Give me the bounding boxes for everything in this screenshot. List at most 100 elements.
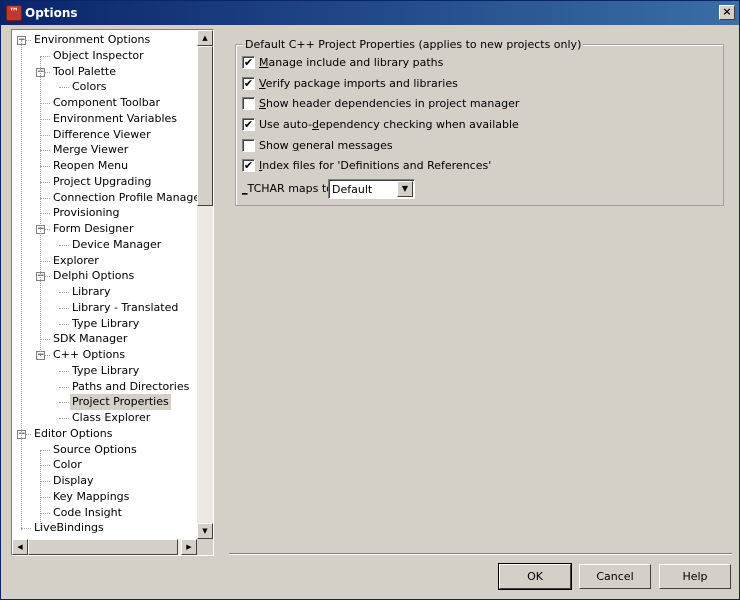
cancel-button[interactable]: Cancel [579,564,651,589]
tree-item[interactable]: Project Properties [70,394,171,411]
tree-connector [40,449,50,451]
options-dialog: ™ Options × − Environment Options Object I… [0,0,740,600]
tree-guide [21,40,22,530]
tree-view[interactable]: − Environment Options Object Inspector − Too… [12,30,197,539]
tree-item[interactable]: Reopen Menu [53,158,128,174]
help-button[interactable]: Help [659,564,731,589]
tree-item[interactable]: Display [53,473,94,489]
button-separator [229,553,732,555]
tree-item[interactable]: Device Manager [72,237,161,253]
tree-item[interactable]: Library - Translated [72,300,178,316]
close-button[interactable]: × [719,5,735,20]
horizontal-scroll-thumb[interactable] [28,539,178,555]
option-label: Manage include and library paths [259,56,444,69]
tree-connector [59,307,69,309]
tree-item[interactable]: Type Library [72,316,139,332]
tree-item[interactable]: Source Options [53,442,137,458]
tree-item[interactable]: Merge Viewer [53,142,128,158]
scroll-down-icon[interactable]: ▼ [197,523,213,539]
scroll-corner [197,539,213,555]
tree-connector [40,512,50,514]
tree-connector [59,292,69,293]
scroll-left-icon[interactable]: ◀ [12,539,28,555]
checkbox-unchecked-icon[interactable] [242,139,255,152]
tree-item[interactable]: Environment Variables [53,111,177,127]
tree-connector [40,118,50,120]
option-checkbox-row[interactable]: ✔ Manage include and library paths [242,56,642,70]
tree-item[interactable]: Project Upgrading [53,174,151,190]
tree-item[interactable]: Paths and Directories [72,379,189,395]
tree-connector [59,418,69,419]
tree-item[interactable]: Component Toolbar [53,95,160,111]
tree-item[interactable]: Difference Viewer [53,127,151,143]
tree-connector [40,481,50,482]
tree-item[interactable]: Editor Options [34,426,113,442]
tree-connector [59,323,69,325]
option-label: Show general messages [259,139,393,152]
options-tree[interactable]: − Environment Options Object Inspector − Too… [11,29,214,556]
tree-item[interactable]: Class Explorer [72,410,150,426]
option-label: Show header dependencies in project mana… [259,97,520,110]
tree-connector [40,339,50,341]
tree-item[interactable]: Environment Options [34,32,150,48]
tree-item[interactable]: Object Inspector [53,48,144,64]
tree-connector [40,150,50,152]
option-checkbox-row[interactable]: ✔ Use auto-dependency checking when avail… [242,118,642,132]
tree-connector [40,465,50,467]
option-checkbox-row[interactable]: ✔ Verify package imports and libraries [242,77,642,91]
tree-item[interactable]: Library [72,284,110,300]
tree-guide [40,450,41,530]
option-label: Verify package imports and libraries [259,77,458,90]
tree-item[interactable]: SDK Manager [53,331,127,347]
tree-connector [59,87,69,89]
tree-item[interactable]: Key Mappings [53,489,129,505]
tree-connector [40,55,50,57]
checkbox-checked-icon[interactable]: ✔ [242,56,255,69]
tree-connector [40,213,50,215]
tree-connector [59,402,69,404]
tree-item[interactable]: Connection Profile Manager [53,190,197,206]
checkbox-checked-icon[interactable]: ✔ [242,159,255,172]
tree-item[interactable]: Provisioning [53,205,120,221]
tree-item[interactable]: Form Designer [53,221,133,237]
tree-connector [59,386,69,388]
tree-item[interactable]: Code Insight [53,505,122,521]
tree-connector [40,103,50,104]
vertical-scrollbar[interactable]: ▲ ▼ [197,30,213,539]
option-label: Use auto-dependency checking when availa… [259,118,519,131]
tree-item[interactable]: Colors [72,79,106,95]
window-title: Options [25,6,78,20]
vertical-scroll-thumb[interactable] [197,46,213,206]
tree-connector [40,197,50,199]
scroll-up-icon[interactable]: ▲ [197,30,213,46]
tchar-select[interactable]: Default ▼ [328,179,415,199]
checkbox-checked-icon[interactable]: ✔ [242,118,255,131]
tree-item[interactable]: Explorer [53,253,99,269]
chevron-down-icon[interactable]: ▼ [397,181,413,197]
tree-item[interactable]: C++ Options [53,347,125,363]
checkbox-unchecked-icon[interactable] [242,97,255,110]
tree-item[interactable]: LiveBindings [34,520,104,536]
tchar-label: _TCHAR maps to [242,182,333,195]
option-checkbox-row[interactable]: Show general messages [242,139,642,153]
horizontal-scrollbar[interactable]: ◀ ▶ [12,539,197,555]
tree-item[interactable]: Tool Palette [53,64,116,80]
tree-connector [21,528,31,530]
option-checkbox-row[interactable]: Show header dependencies in project mana… [242,97,642,111]
checkbox-checked-icon[interactable]: ✔ [242,77,255,90]
ok-button[interactable]: OK [498,563,572,590]
tree-connector [40,166,50,167]
tree-connector [40,181,50,183]
tree-connector [40,260,50,262]
tree-item[interactable]: Color [53,457,82,473]
tree-connector [59,244,69,246]
group-title: Default C++ Project Properties (applies … [243,38,584,52]
option-label: Index files for 'Definitions and Referen… [259,159,492,172]
tree-connector [40,496,50,498]
tree-connector [59,370,69,372]
option-checkbox-row[interactable]: ✔ Index files for 'Definitions and Refere… [242,159,642,173]
tree-item[interactable]: Type Library [72,363,139,379]
title-bar[interactable]: ™ Options × [1,1,739,25]
scroll-right-icon[interactable]: ▶ [181,539,197,555]
tree-item[interactable]: Delphi Options [53,268,134,284]
